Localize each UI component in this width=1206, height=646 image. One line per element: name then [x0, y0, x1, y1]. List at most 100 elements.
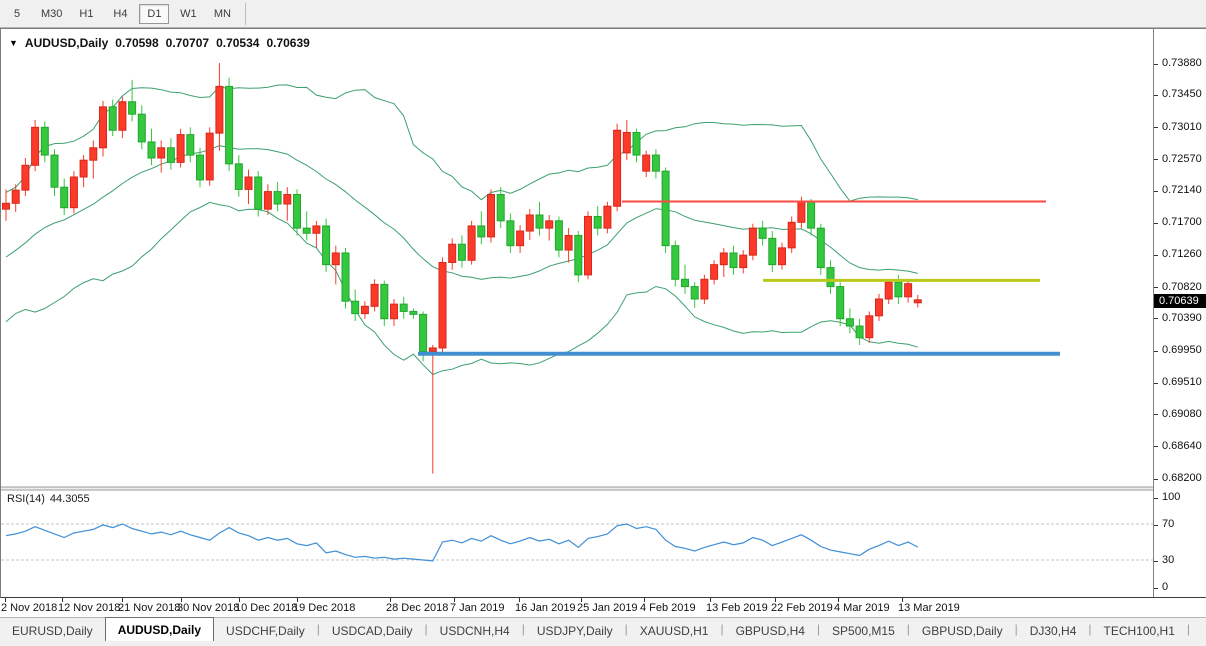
bull-candle [788, 222, 795, 248]
rsi-axis-label: 0 [1162, 581, 1168, 593]
timeframe-button-mn[interactable]: MN [207, 4, 237, 24]
time-axis-label: 21 Nov 2018 [118, 602, 180, 614]
price-axis-tick [1154, 414, 1158, 415]
bollinger-lower-band [6, 202, 918, 374]
bear-candle [827, 268, 834, 287]
bear-candle [458, 244, 465, 260]
timeframe-button-w1[interactable]: W1 [173, 4, 203, 24]
chart-tab-usdchf-daily[interactable]: USDCHF,Daily [214, 620, 317, 641]
price-chart-canvas[interactable] [1, 30, 1153, 597]
chart-tab-gbpusd-h4[interactable]: GBPUSD,H4 [724, 620, 817, 641]
rsi-axis-tick [1154, 498, 1158, 499]
bear-candle [410, 311, 417, 314]
price-axis-tick [1154, 223, 1158, 224]
bull-candle [361, 306, 368, 313]
time-axis-label: 28 Dec 2018 [386, 602, 448, 614]
chart-tab-bar: EURUSD,DailyAUDUSD,DailyUSDCHF,Daily|USD… [0, 617, 1206, 641]
price-axis-tick [1154, 287, 1158, 288]
timeframe-button-5[interactable]: 5 [2, 4, 32, 24]
chart-tab-sp500-m15[interactable]: SP500,M15 [820, 620, 907, 641]
time-axis[interactable]: 2 Nov 201812 Nov 201821 Nov 201830 Nov 2… [0, 598, 1206, 617]
bear-candle [129, 102, 136, 114]
bull-candle [429, 348, 436, 352]
bear-candle [255, 177, 262, 209]
bull-candle [90, 148, 97, 160]
bull-candle [332, 253, 339, 265]
bear-candle [41, 127, 48, 155]
main-panel [3, 63, 1061, 474]
bull-candle [70, 177, 77, 208]
chart-tab-dj30-h4[interactable]: DJ30,H4 [1018, 620, 1089, 641]
time-axis-label: 16 Jan 2019 [515, 602, 576, 614]
bear-candle [633, 132, 640, 155]
price-axis-tick [1154, 127, 1158, 128]
bear-candle [497, 195, 504, 221]
price-axis-tick [1154, 318, 1158, 319]
chart-tab-ukc[interactable]: UKC [1190, 620, 1202, 641]
chart-tab-usdcad-daily[interactable]: USDCAD,Daily [320, 620, 425, 641]
chart-tab-eurusd-daily[interactable]: EURUSD,Daily [0, 620, 105, 641]
bear-candle [507, 221, 514, 246]
timeframe-button-h1[interactable]: H1 [71, 4, 101, 24]
rsi-indicator-label: RSI(14) 44.3055 [7, 493, 90, 505]
bull-candle [604, 206, 611, 228]
bear-candle [197, 155, 204, 180]
bull-candle [22, 165, 29, 190]
time-axis-label: 25 Jan 2019 [577, 602, 638, 614]
bull-candle [720, 253, 727, 265]
chart-tab-usdjpy-daily[interactable]: USDJPY,Daily [525, 620, 625, 641]
current-price-tag: 0.70639 [1154, 294, 1206, 308]
chart-title: ▼ AUDUSD,Daily 0.70598 0.70707 0.70534 0… [9, 36, 310, 50]
chart-tab-audusd-daily[interactable]: AUDUSD,Daily [105, 617, 214, 641]
bear-candle [235, 164, 242, 190]
bear-candle [226, 86, 233, 163]
chart-symbol-label: AUDUSD,Daily [25, 36, 108, 50]
bull-candle [313, 226, 320, 233]
bull-candle [711, 265, 718, 280]
bull-candle [614, 130, 621, 206]
bear-candle [381, 284, 388, 318]
bear-candle [594, 216, 601, 228]
bear-candle [536, 215, 543, 228]
chart-window: ▼ AUDUSD,Daily 0.70598 0.70707 0.70534 0… [0, 28, 1206, 598]
bear-candle [167, 148, 174, 163]
chart-tab-tech100-h1[interactable]: TECH100,H1 [1092, 620, 1187, 641]
time-axis-label: 2 Nov 2018 [1, 602, 57, 614]
bull-candle [245, 177, 252, 189]
bear-candle [420, 314, 427, 351]
bull-candle [779, 248, 786, 265]
chart-tab-gbpusd-daily[interactable]: GBPUSD,Daily [910, 620, 1015, 641]
bull-candle [284, 195, 291, 204]
timeframe-button-h4[interactable]: H4 [105, 4, 135, 24]
price-axis-label: 0.69950 [1162, 344, 1202, 356]
bear-candle [575, 235, 582, 274]
bull-candle [80, 160, 87, 177]
bull-candle [371, 284, 378, 306]
price-axis-tick [1154, 159, 1158, 160]
bear-candle [895, 282, 902, 297]
price-axis[interactable]: 0.738800.734500.730100.725700.721400.717… [1153, 29, 1206, 597]
bear-candle [51, 155, 58, 187]
bull-candle [216, 86, 223, 133]
price-axis-label: 0.73880 [1162, 57, 1202, 69]
bull-candle [449, 244, 456, 262]
chart-dropdown-icon[interactable]: ▼ [9, 38, 18, 48]
chart-close-value: 0.70639 [266, 36, 309, 50]
bull-candle [119, 102, 126, 130]
bear-candle [817, 228, 824, 267]
bull-candle [905, 284, 912, 297]
price-axis-tick [1154, 383, 1158, 384]
bull-candle [866, 316, 873, 338]
time-axis-label: 13 Feb 2019 [706, 602, 768, 614]
price-axis-tick [1154, 255, 1158, 256]
bear-candle [342, 253, 349, 301]
chart-tab-xauusd-h1[interactable]: XAUUSD,H1 [628, 620, 721, 641]
chart-high-value: 0.70707 [166, 36, 209, 50]
bull-candle [206, 133, 213, 180]
chart-tab-usdcnh-h4[interactable]: USDCNH,H4 [428, 620, 522, 641]
timeframe-button-m30[interactable]: M30 [36, 4, 67, 24]
timeframe-button-d1[interactable]: D1 [139, 4, 169, 24]
bear-candle [478, 226, 485, 237]
bull-candle [177, 135, 184, 163]
bull-candle [526, 215, 533, 231]
